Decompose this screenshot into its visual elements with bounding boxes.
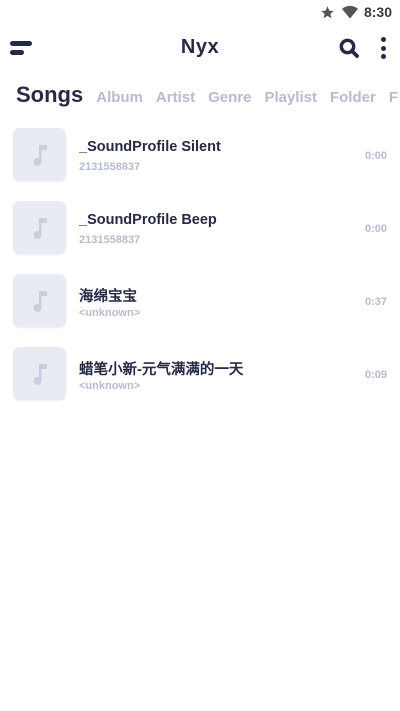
song-artist: 2131558837 xyxy=(79,234,141,246)
song-title: _SoundProfile Beep xyxy=(79,212,217,228)
wifi-icon xyxy=(341,4,358,20)
song-row[interactable]: _SoundProfile Silent 2131558837 0:00 xyxy=(0,128,400,201)
song-artist: <unknown> xyxy=(79,380,141,392)
screen: 8:30 Nyx Songs Album Artist Genre Playli… xyxy=(0,0,400,711)
tab-more[interactable]: F xyxy=(389,89,398,106)
song-row[interactable]: 海绵宝宝 <unknown> 0:37 xyxy=(0,274,400,347)
app-bar: Nyx xyxy=(0,30,400,68)
tab-songs[interactable]: Songs xyxy=(16,82,83,108)
album-art xyxy=(13,274,66,327)
music-note-icon xyxy=(33,144,47,166)
song-duration: 0:00 xyxy=(364,150,387,162)
music-note-icon xyxy=(33,363,47,385)
tab-playlist[interactable]: Playlist xyxy=(264,89,317,106)
search-icon xyxy=(339,38,359,58)
song-artist: <unknown> xyxy=(79,307,141,319)
music-note-icon xyxy=(33,217,47,239)
more-vertical-icon[interactable] xyxy=(378,37,388,59)
tab-folder[interactable]: Folder xyxy=(330,89,376,106)
tab-artist[interactable]: Artist xyxy=(156,89,195,106)
album-art xyxy=(13,347,66,400)
category-tabs: Songs Album Artist Genre Playlist Folder… xyxy=(16,82,400,108)
status-bar: 8:30 xyxy=(0,0,400,24)
music-note-icon xyxy=(33,290,47,312)
song-duration: 0:00 xyxy=(364,223,387,235)
song-title: _SoundProfile Silent xyxy=(79,139,221,155)
song-row[interactable]: 蜡笔小新-元气满满的一天 <unknown> 0:09 xyxy=(0,347,400,420)
song-list: _SoundProfile Silent 2131558837 0:00 _So… xyxy=(0,128,400,420)
tab-album[interactable]: Album xyxy=(96,89,143,106)
status-time: 8:30 xyxy=(363,4,392,20)
star-icon xyxy=(320,4,336,20)
album-art xyxy=(13,201,66,254)
search-button[interactable] xyxy=(338,37,360,59)
song-title: 蜡笔小新-元气满满的一天 xyxy=(79,362,244,378)
tab-genre[interactable]: Genre xyxy=(208,89,251,106)
song-artist: 2131558837 xyxy=(79,161,141,173)
album-art xyxy=(13,128,66,181)
song-duration: 0:37 xyxy=(364,296,387,308)
song-duration: 0:09 xyxy=(364,369,387,381)
song-title: 海绵宝宝 xyxy=(79,289,137,305)
song-row[interactable]: _SoundProfile Beep 2131558837 0:00 xyxy=(0,201,400,274)
